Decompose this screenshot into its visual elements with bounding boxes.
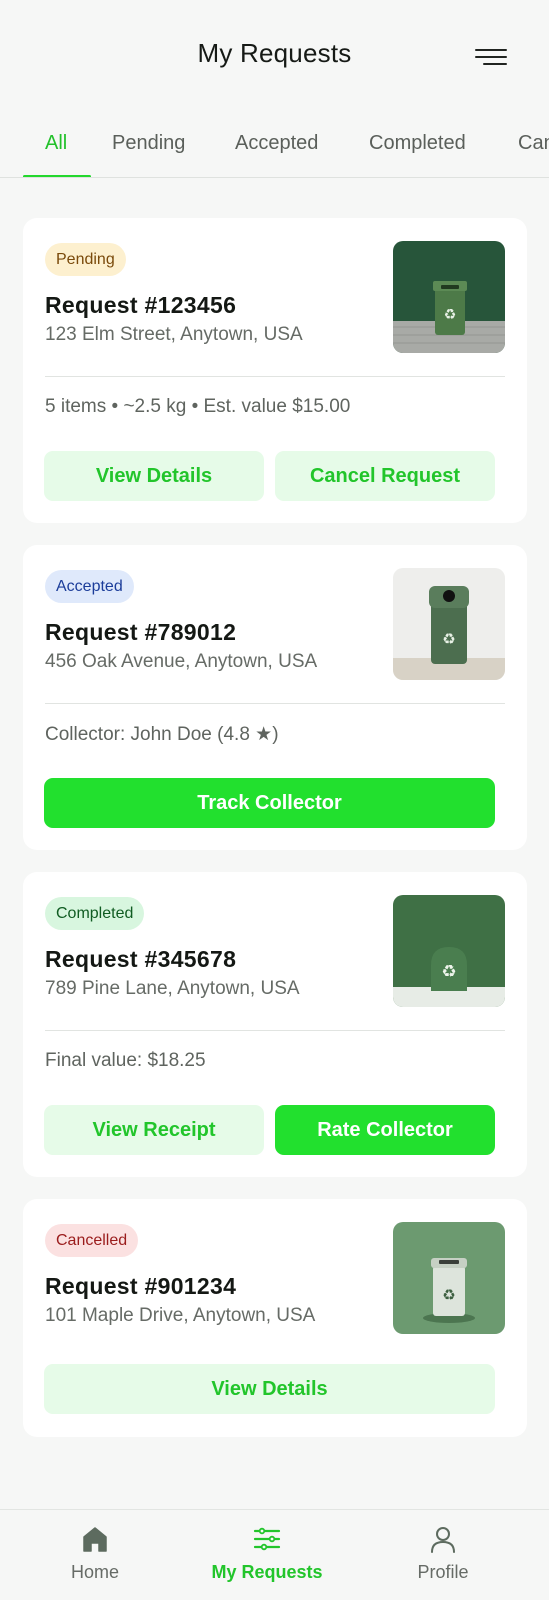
svg-text:♻: ♻ [441,962,456,982]
list-icon [252,1524,282,1554]
cancel-request-button[interactable]: Cancel Request [275,451,495,501]
svg-text:♻: ♻ [444,307,457,323]
bin-photo: ♻ [393,1222,505,1334]
bin-photo: ♻ [393,241,505,353]
collector-info: Collector: John Doe (4.8 ★) [45,724,279,745]
tab-pending[interactable]: Pending [112,120,185,177]
active-tab-indicator [23,175,91,177]
request-card[interactable]: Completed Request #345678 789 Pine Lane,… [23,872,527,1177]
view-receipt-button[interactable]: View Receipt [44,1105,264,1155]
nav-my-requests[interactable]: My Requests [197,1510,337,1600]
nav-label: Profile [417,1562,469,1582]
status-badge: Accepted [45,570,134,603]
nav-label: Home [70,1562,119,1582]
tab-accepted[interactable]: Accepted [235,120,318,177]
final-value: Final value: $18.25 [45,1050,206,1071]
tab-all[interactable]: All [45,120,67,177]
app-header: My Requests [0,0,549,114]
svg-text:♻: ♻ [442,1286,455,1304]
request-card[interactable]: Cancelled Request #901234 101 Maple Driv… [23,1199,527,1437]
track-collector-button[interactable]: Track Collector [44,778,495,828]
tab-completed[interactable]: Completed [369,120,466,177]
status-badge: Cancelled [45,1224,139,1257]
card-divider [45,703,505,704]
request-title: Request #789012 [45,619,237,645]
nav-profile[interactable]: Profile [373,1510,513,1600]
tab-cancelled[interactable]: Cancelled [518,120,549,177]
request-address: 123 Elm Street, Anytown, USA [45,324,303,345]
request-card[interactable]: Accepted Request #789012 456 Oak Avenue,… [23,545,527,850]
bottom-nav: Home My Requests Profile [0,1509,549,1600]
request-title: Request #123456 [45,292,237,318]
svg-text:♻: ♻ [442,630,455,648]
request-address: 789 Pine Lane, Anytown, USA [45,978,300,999]
view-details-button[interactable]: View Details [44,451,264,501]
view-details-button[interactable]: View Details [44,1364,495,1414]
request-address: 101 Maple Drive, Anytown, USA [45,1305,316,1326]
status-badge: Completed [45,897,145,930]
request-card[interactable]: Pending Request #123456 123 Elm Street, … [23,218,527,523]
card-divider [45,1030,505,1031]
rate-collector-button[interactable]: Rate Collector [275,1105,495,1155]
nav-home[interactable]: Home [25,1510,165,1600]
request-title: Request #345678 [45,946,237,972]
request-address: 456 Oak Avenue, Anytown, USA [45,651,318,672]
bin-photo: ♻ [393,568,505,680]
page-title: My Requests [197,38,352,68]
request-title: Request #901234 [45,1273,237,1299]
user-icon [428,1524,458,1554]
status-tabs: All Pending Accepted Completed Cancelled [0,120,549,178]
request-summary: 5 items • ~2.5 kg • Est. value $15.00 [45,396,351,417]
home-icon [80,1524,110,1554]
hamburger-menu-icon[interactable] [475,46,509,70]
nav-label: My Requests [211,1562,323,1582]
card-divider [45,376,505,377]
bin-photo: ♻ [393,895,505,1007]
status-badge: Pending [45,243,126,276]
